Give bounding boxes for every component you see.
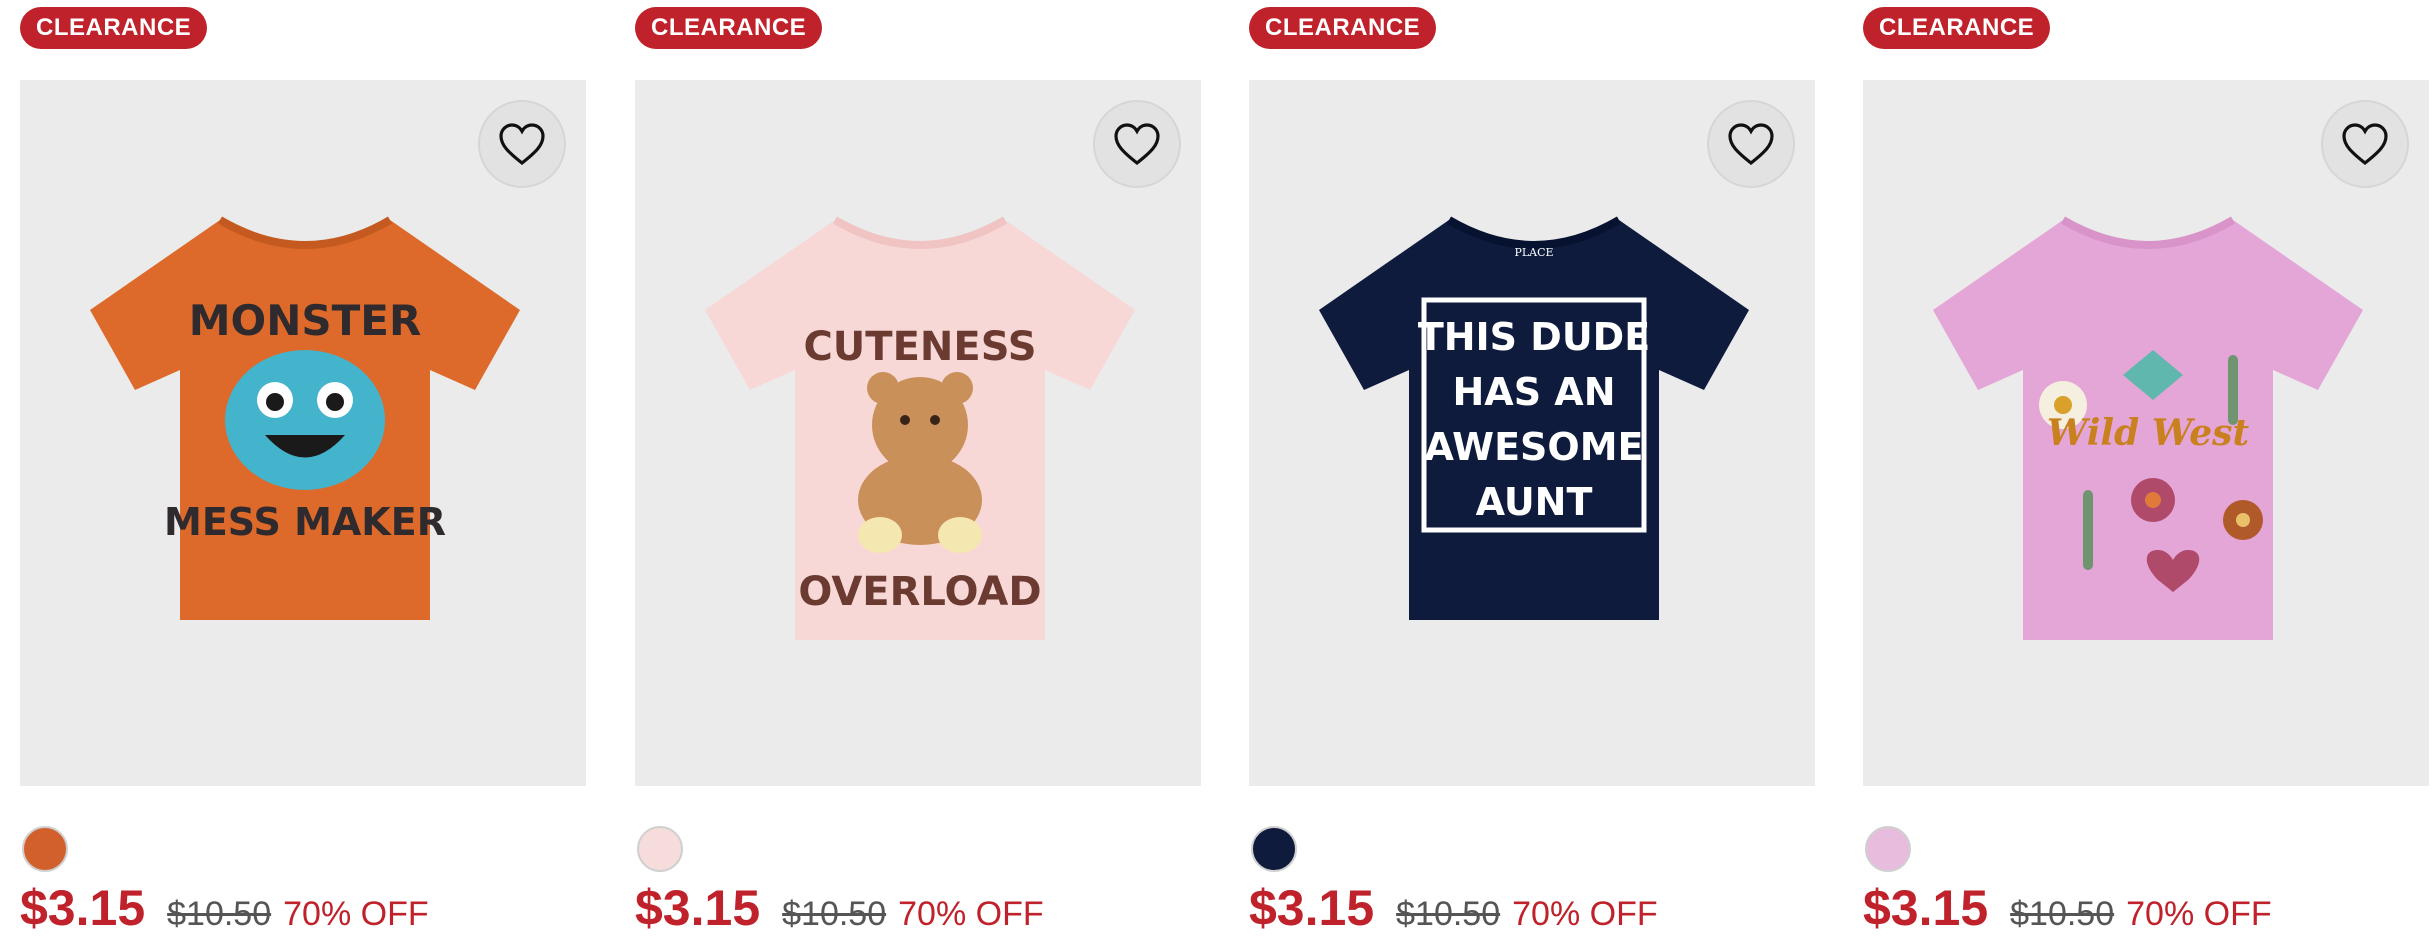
shirt-graphic-line: AUNT	[1476, 480, 1593, 524]
product-image[interactable]: MONSTER MESS MAKER	[20, 80, 586, 786]
shirt-graphic-line: OVERLOAD	[798, 569, 1041, 615]
heart-outline-icon	[1728, 123, 1774, 166]
price-row: $3.15 $10.50 70% OFF	[1249, 878, 1658, 938]
wishlist-button[interactable]	[2321, 100, 2409, 188]
color-swatch[interactable]	[1251, 826, 1297, 872]
price-row: $3.15 $10.50 70% OFF	[635, 878, 1044, 938]
product-card[interactable]: CLEARANCE Wild West $3.15 $10.50 70% OFF	[1863, 0, 2429, 946]
shirt-graphic-line: MONSTER	[189, 296, 422, 345]
sale-price: $3.15	[635, 880, 761, 936]
product-card[interactable]: CLEARANCE CUTENESS OVERLOAD $3.15 $10.50…	[635, 0, 1201, 946]
wishlist-button[interactable]	[1093, 100, 1181, 188]
clearance-badge: CLEARANCE	[1249, 7, 1437, 49]
product-grid: CLEARANCE MONSTER MESS MAKER $3.15 $10.5…	[0, 0, 2436, 946]
original-price: $10.50	[167, 895, 272, 933]
price-row: $3.15 $10.50 70% OFF	[1863, 878, 2272, 938]
color-swatch[interactable]	[1865, 826, 1911, 872]
wishlist-button[interactable]	[478, 100, 566, 188]
monster-graphic	[225, 350, 385, 490]
tshirt-image: PLACE THIS DUDE HAS AN AWESOME AUNT	[1319, 216, 1749, 620]
sale-price: $3.15	[1249, 880, 1375, 936]
sale-price: $3.15	[1863, 880, 1989, 936]
tshirt-image: Wild West	[1933, 216, 2363, 640]
clearance-badge: CLEARANCE	[20, 7, 208, 49]
clearance-badge: CLEARANCE	[635, 7, 823, 49]
heart-outline-icon	[1114, 123, 1160, 166]
shirt-tag-label: PLACE	[1514, 246, 1553, 259]
product-image[interactable]: Wild West	[1863, 80, 2429, 786]
heart-outline-icon	[2342, 123, 2388, 166]
wishlist-button[interactable]	[1707, 100, 1795, 188]
clearance-badge: CLEARANCE	[1863, 7, 2051, 49]
shirt-graphic-line: Wild West	[2047, 412, 2250, 454]
discount-label: 70% OFF	[1512, 895, 1658, 933]
product-image[interactable]: PLACE THIS DUDE HAS AN AWESOME AUNT	[1249, 80, 1815, 786]
discount-label: 70% OFF	[283, 895, 429, 933]
original-price: $10.50	[1396, 895, 1501, 933]
shirt-graphic-line: THIS DUDE	[1418, 315, 1650, 359]
product-card[interactable]: CLEARANCE MONSTER MESS MAKER $3.15 $10.5…	[20, 0, 586, 946]
discount-label: 70% OFF	[2126, 895, 2272, 933]
discount-label: 70% OFF	[898, 895, 1044, 933]
tshirt-image: CUTENESS OVERLOAD	[705, 216, 1135, 640]
heart-outline-icon	[499, 123, 545, 166]
tshirt-image: MONSTER MESS MAKER	[90, 216, 520, 620]
shirt-graphic-line: CUTENESS	[803, 324, 1036, 370]
color-swatch[interactable]	[637, 826, 683, 872]
shirt-graphic-line: HAS AN	[1452, 370, 1615, 414]
original-price: $10.50	[2010, 895, 2115, 933]
tshirt-body-shape	[1319, 220, 1749, 620]
shirt-graphic-line: MESS MAKER	[164, 500, 446, 544]
original-price: $10.50	[782, 895, 887, 933]
product-image[interactable]: CUTENESS OVERLOAD	[635, 80, 1201, 786]
sale-price: $3.15	[20, 880, 146, 936]
shirt-graphic-line: AWESOME	[1424, 425, 1643, 469]
color-swatch[interactable]	[22, 826, 68, 872]
product-card[interactable]: CLEARANCE PLACE THIS DUDE HAS AN AWESOME…	[1249, 0, 1815, 946]
price-row: $3.15 $10.50 70% OFF	[20, 878, 429, 938]
